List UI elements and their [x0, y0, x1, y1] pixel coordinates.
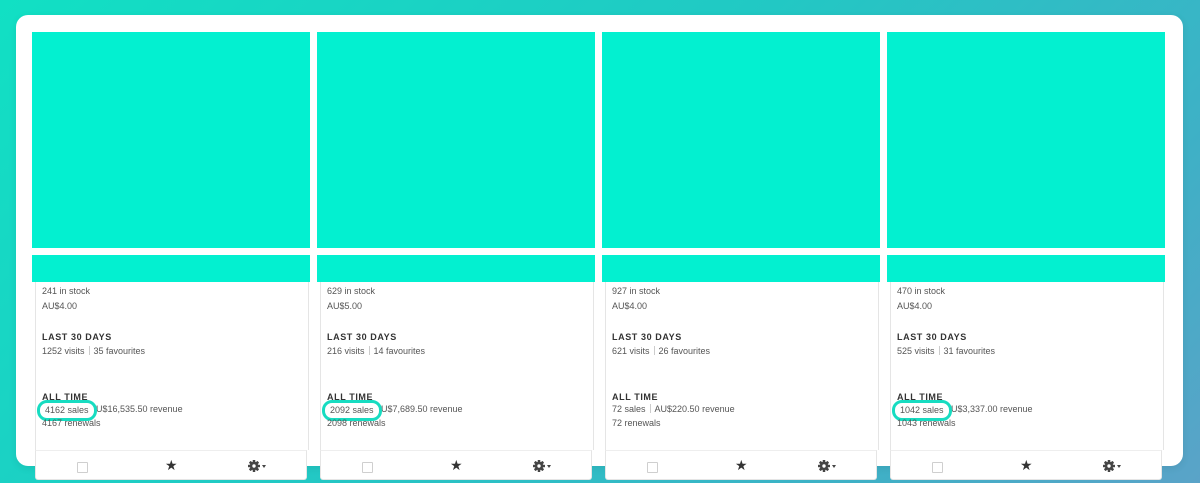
caret-down-icon: [832, 465, 836, 468]
last-30-days-stats: 525 visits 31 favourites: [897, 346, 995, 356]
all-time-stats: 1042 sales AU$3,337.00 revenue: [892, 400, 1033, 421]
favourites-count: 14 favourites: [373, 346, 426, 356]
listing-card: 629 in stock AU$5.00 LAST 30 DAYS 216 vi…: [317, 32, 595, 480]
listing-thumbnail-strip[interactable]: [32, 255, 310, 282]
last-30-days-heading: LAST 30 DAYS: [612, 332, 682, 342]
checkbox-icon[interactable]: [932, 462, 943, 473]
listing-actions: ★: [890, 450, 1162, 480]
gear-icon: [533, 460, 551, 472]
listing-actions: ★: [605, 450, 877, 480]
star-icon[interactable]: ★: [450, 457, 463, 473]
all-time-stats: 4162 sales AU$16,535.50 revenue: [37, 400, 183, 421]
favourites-count: 35 favourites: [93, 346, 146, 356]
gear-menu-button[interactable]: [818, 459, 838, 473]
price: AU$4.00: [897, 301, 933, 311]
visits-count: 216 visits: [327, 346, 365, 356]
favourites-count: 31 favourites: [943, 346, 996, 356]
star-icon[interactable]: ★: [1020, 457, 1033, 473]
stock-count: 241 in stock: [42, 286, 91, 296]
last-30-days-heading: LAST 30 DAYS: [897, 332, 967, 342]
revenue-amount: AU$220.50 revenue: [654, 404, 735, 414]
gear-icon: [248, 460, 266, 472]
last-30-days-heading: LAST 30 DAYS: [42, 332, 112, 342]
listings-panel: 241 in stock AU$4.00 LAST 30 DAYS 1252 v…: [16, 15, 1183, 480]
stock-count: 629 in stock: [327, 286, 376, 296]
caret-down-icon: [547, 465, 551, 468]
caret-down-icon: [262, 465, 266, 468]
renewals-count: 72 renewals: [612, 418, 661, 428]
star-icon[interactable]: ★: [735, 457, 748, 473]
separator: [938, 346, 940, 355]
listing-thumbnail-strip[interactable]: [887, 255, 1165, 282]
caret-down-icon: [1117, 465, 1121, 468]
listing-thumbnail[interactable]: [887, 32, 1165, 248]
listing-actions: ★: [320, 450, 592, 480]
checkbox-icon[interactable]: [647, 462, 658, 473]
renewals-count: 1043 renewals: [897, 418, 956, 428]
revenue-amount: AU$7,689.50 revenue: [375, 404, 463, 414]
revenue-amount: AU$3,337.00 revenue: [945, 404, 1033, 414]
checkbox-icon[interactable]: [362, 462, 373, 473]
revenue-amount: AU$16,535.50 revenue: [90, 404, 183, 414]
listing-card: 241 in stock AU$4.00 LAST 30 DAYS 1252 v…: [32, 32, 310, 480]
listing-thumbnail-strip[interactable]: [602, 255, 880, 282]
stock-count: 927 in stock: [612, 286, 661, 296]
listing-thumbnail[interactable]: [32, 32, 310, 248]
listing-actions: ★: [35, 450, 307, 480]
visits-count: 621 visits: [612, 346, 650, 356]
favourites-count: 26 favourites: [658, 346, 711, 356]
last-30-days-heading: LAST 30 DAYS: [327, 332, 397, 342]
listing-details: 927 in stock AU$4.00 LAST 30 DAYS 621 vi…: [605, 282, 879, 450]
renewals-count: 2098 renewals: [327, 418, 386, 428]
gear-icon: [1103, 460, 1121, 472]
visits-count: 1252 visits: [42, 346, 85, 356]
price: AU$4.00: [612, 301, 648, 311]
listing-thumbnail[interactable]: [602, 32, 880, 248]
star-icon[interactable]: ★: [165, 457, 178, 473]
listing-card: 927 in stock AU$4.00 LAST 30 DAYS 621 vi…: [602, 32, 880, 480]
checkbox-icon[interactable]: [77, 462, 88, 473]
all-time-stats: 2092 sales AU$7,689.50 revenue: [322, 400, 463, 421]
price: AU$5.00: [327, 301, 363, 311]
listing-thumbnail[interactable]: [317, 32, 595, 248]
separator: [88, 346, 90, 355]
visits-count: 525 visits: [897, 346, 935, 356]
gear-menu-button[interactable]: [1103, 459, 1123, 473]
all-time-heading: ALL TIME: [612, 392, 659, 402]
listing-card: 470 in stock AU$4.00 LAST 30 DAYS 525 vi…: [887, 32, 1165, 480]
separator: [653, 346, 655, 355]
listing-details: 470 in stock AU$4.00 LAST 30 DAYS 525 vi…: [890, 282, 1164, 450]
listing-thumbnail-strip[interactable]: [317, 255, 595, 282]
listing-details: 629 in stock AU$5.00 LAST 30 DAYS 216 vi…: [320, 282, 594, 450]
gear-icon: [818, 460, 836, 472]
separator: [649, 404, 651, 413]
price: AU$4.00: [42, 301, 78, 311]
last-30-days-stats: 1252 visits 35 favourites: [42, 346, 145, 356]
sales-count: 72 sales: [612, 404, 646, 414]
last-30-days-stats: 621 visits 26 favourites: [612, 346, 710, 356]
last-30-days-stats: 216 visits 14 favourites: [327, 346, 425, 356]
all-time-stats: 72 sales AU$220.50 revenue: [612, 404, 735, 414]
gear-menu-button[interactable]: [248, 459, 268, 473]
stock-count: 470 in stock: [897, 286, 946, 296]
renewals-count: 4167 renewals: [42, 418, 101, 428]
gear-menu-button[interactable]: [533, 459, 553, 473]
listing-details: 241 in stock AU$4.00 LAST 30 DAYS 1252 v…: [35, 282, 309, 450]
separator: [368, 346, 370, 355]
